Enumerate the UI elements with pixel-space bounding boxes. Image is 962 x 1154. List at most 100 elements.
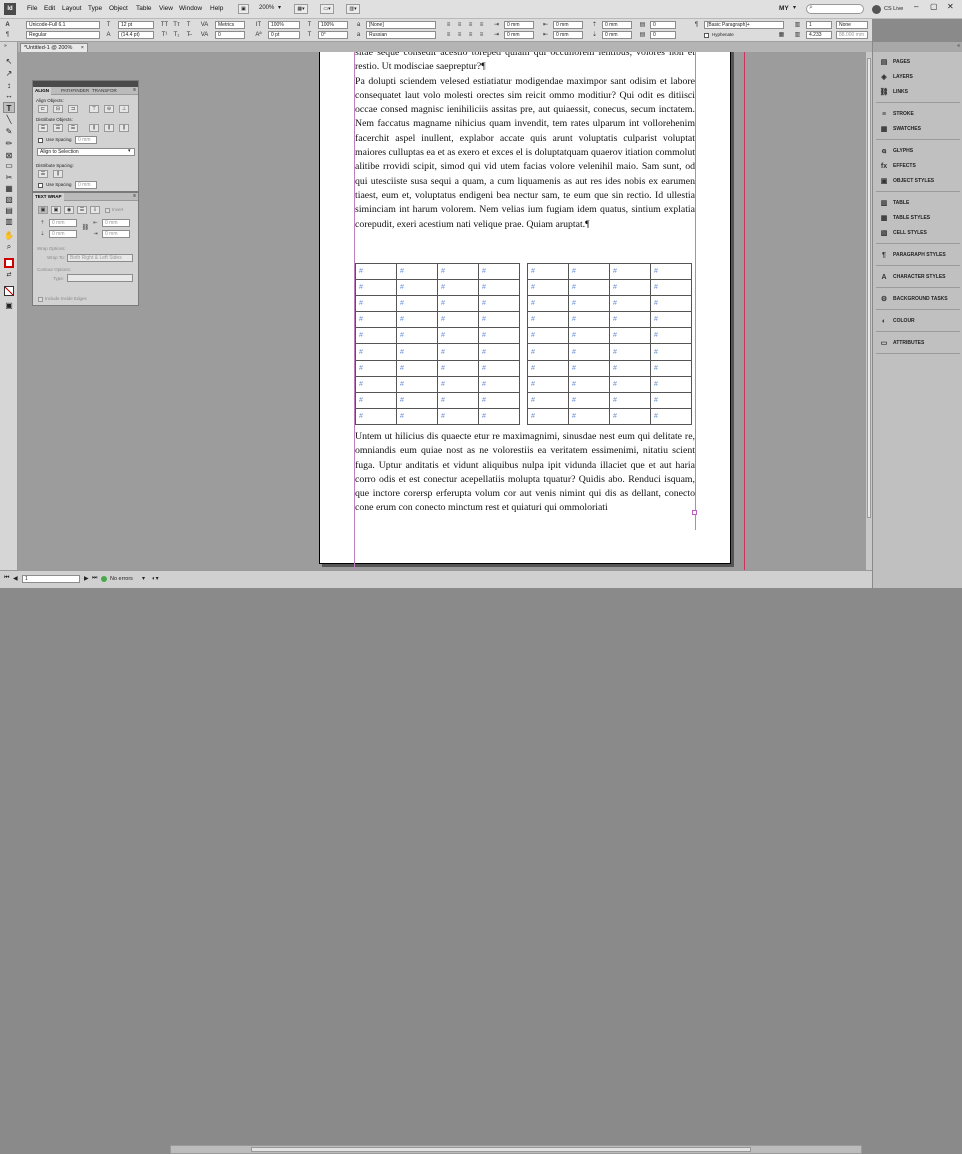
table-cell[interactable]: # xyxy=(568,375,610,393)
no-wrap-icon[interactable]: ▣ xyxy=(38,206,48,214)
page-number-field[interactable]: 1 xyxy=(22,575,80,583)
gutter-field[interactable]: 4.233 xyxy=(806,31,832,39)
table-cell[interactable]: # xyxy=(609,343,651,361)
superscript-button[interactable]: T¹ xyxy=(160,31,169,39)
table-cell[interactable]: # xyxy=(478,375,520,393)
table-row[interactable]: # # # # xyxy=(355,375,520,393)
arrange-documents-button[interactable]: ▥▾ xyxy=(346,4,360,14)
direct-selection-tool-icon[interactable]: ↗ xyxy=(3,68,15,79)
spacing-field[interactable]: 0 mm xyxy=(75,136,97,144)
menu-layout[interactable]: Layout xyxy=(62,5,82,12)
text-frame-top[interactable]: sitae seque consedit acestio toreped qui… xyxy=(355,52,695,232)
panel-object-styles[interactable]: ▣ OBJECT STYLES xyxy=(876,175,962,188)
zoom-dropdown-icon[interactable]: ▾ xyxy=(278,4,281,11)
table-row[interactable]: # # # # xyxy=(355,343,520,361)
strikethrough-button[interactable]: T̶ xyxy=(184,31,193,39)
panel-table[interactable]: ▥ TABLE xyxy=(876,197,962,210)
pencil-tool-icon[interactable]: ✏ xyxy=(3,138,15,149)
table-cell[interactable]: # xyxy=(478,407,520,425)
cs-live-icon[interactable] xyxy=(872,5,881,14)
table-cell[interactable]: # xyxy=(478,391,520,409)
note-tool-icon[interactable]: ▥ xyxy=(3,216,15,227)
kerning-field[interactable]: Metrics xyxy=(215,21,245,29)
table-cell[interactable]: # xyxy=(437,359,479,377)
horizontal-scrollbar[interactable] xyxy=(170,1145,862,1154)
distribute-vspace-icon[interactable]: ☰ xyxy=(38,170,48,178)
align-vertical-centers-icon[interactable]: ⊖ xyxy=(104,105,114,113)
table-cell[interactable]: # xyxy=(650,407,692,425)
all-caps-button[interactable]: TT xyxy=(160,21,169,29)
space-before-field[interactable]: 0 mm xyxy=(602,21,632,29)
jump-to-next-column-icon[interactable]: ⇩ xyxy=(90,206,100,214)
table-cell[interactable]: # xyxy=(609,391,651,409)
table-cell[interactable]: # xyxy=(396,262,438,281)
close-icon[interactable]: ✕ xyxy=(947,2,954,11)
align-spine-button[interactable]: ≡ xyxy=(477,31,486,39)
table-row[interactable]: # # # # xyxy=(527,359,692,377)
table-row[interactable]: # # # # xyxy=(355,279,520,297)
align-right-button[interactable]: ≡ xyxy=(466,21,475,29)
table-cell[interactable]: # xyxy=(609,311,651,329)
menu-table[interactable]: Table xyxy=(136,5,152,12)
menu-edit[interactable]: Edit xyxy=(44,5,55,12)
table-cell[interactable]: # xyxy=(355,327,397,345)
table-cell[interactable]: # xyxy=(650,311,692,329)
tab-transform[interactable]: TRANSFOR xyxy=(90,87,119,95)
table-cell[interactable]: # xyxy=(478,327,520,345)
paragraph-mode-icon[interactable]: ¶ xyxy=(3,31,12,39)
panel-menu-icon[interactable]: ≡ xyxy=(133,87,136,93)
table-cell[interactable]: # xyxy=(478,343,520,361)
align-center-button[interactable]: ≡ xyxy=(455,21,464,29)
table-row[interactable]: # # # # xyxy=(355,359,520,377)
table-cell[interactable]: # xyxy=(609,295,651,313)
panel-colour[interactable]: ◐ COLOUR xyxy=(876,315,962,328)
document-canvas[interactable]: sitae seque consedit acestio toreped qui… xyxy=(18,52,866,570)
align-top-edges-icon[interactable]: ⊤ xyxy=(89,105,99,113)
table-cell[interactable]: # xyxy=(437,279,479,297)
last-line-indent-field[interactable]: 0 mm xyxy=(553,31,583,39)
table-row[interactable]: # # # # xyxy=(355,327,520,345)
table-cell[interactable]: # xyxy=(568,343,610,361)
use-spacing-checkbox[interactable] xyxy=(38,138,43,143)
drop-cap-chars-field[interactable]: 0 xyxy=(650,31,676,39)
table-cell[interactable]: # xyxy=(437,311,479,329)
free-transform-tool-icon[interactable]: ▦ xyxy=(3,183,15,194)
table-cell[interactable]: # xyxy=(650,279,692,297)
table-cell[interactable]: # xyxy=(609,262,651,281)
table-cell[interactable]: # xyxy=(355,295,397,313)
table-cell[interactable]: # xyxy=(396,343,438,361)
screen-mode-button[interactable]: ▭▾ xyxy=(320,4,334,14)
chevron-down-icon[interactable]: ▾ xyxy=(793,4,796,11)
expand-panels-icon[interactable]: « xyxy=(957,43,960,49)
table-row[interactable]: # # # # xyxy=(355,407,520,425)
align-bottom-edges-icon[interactable]: ⊥ xyxy=(119,105,129,113)
preflight-menu-icon[interactable]: ▾ xyxy=(142,575,145,582)
panel-layers[interactable]: ◈ LAYERS xyxy=(876,71,962,84)
fill-stroke-icon[interactable] xyxy=(4,258,14,268)
vertical-scroll-thumb[interactable] xyxy=(867,58,871,518)
distribute-hspace-icon[interactable]: ⫼ xyxy=(53,170,63,178)
distribute-top-icon[interactable]: ☰ xyxy=(38,124,48,132)
first-line-indent-field[interactable]: 0 mm xyxy=(504,31,534,39)
font-family-field[interactable]: Unicode-Full 6.1 xyxy=(26,21,100,29)
table-cell[interactable]: # xyxy=(396,391,438,409)
space-after-field[interactable]: 0 mm xyxy=(602,31,632,39)
font-size-field[interactable]: 12 pt xyxy=(118,21,154,29)
align-to-dropdown[interactable]: Align to Selection xyxy=(37,148,135,156)
gradient-swatch-tool-icon[interactable]: ▧ xyxy=(3,194,15,205)
paragraph-style-field[interactable]: [Basic Paragraph]+ xyxy=(704,21,784,29)
cs-live-label[interactable]: CS Live xyxy=(884,6,903,12)
align-justify-button[interactable]: ≡ xyxy=(477,21,486,29)
panel-character-styles[interactable]: A CHARACTER STYLES xyxy=(876,271,962,284)
hyphenate-checkbox[interactable] xyxy=(704,33,709,38)
first-page-button[interactable]: ⏮ xyxy=(4,575,9,582)
table-cell[interactable]: # xyxy=(609,279,651,297)
table-right[interactable]: # # # # # # # # # # # # # # # # # # # # # # # # # # # # # # # # # # # # # # # # xyxy=(527,262,692,425)
table-row[interactable]: # # # # xyxy=(355,311,520,329)
justify-last-left-button[interactable]: ≡ xyxy=(444,31,453,39)
table-row[interactable]: # # # # xyxy=(527,279,692,297)
next-page-button[interactable]: ▶ xyxy=(84,575,89,582)
skew-field[interactable]: 0° xyxy=(318,31,348,39)
table-row[interactable]: # # # # xyxy=(527,391,692,409)
gap-tool-icon[interactable]: ↔ xyxy=(3,90,15,101)
